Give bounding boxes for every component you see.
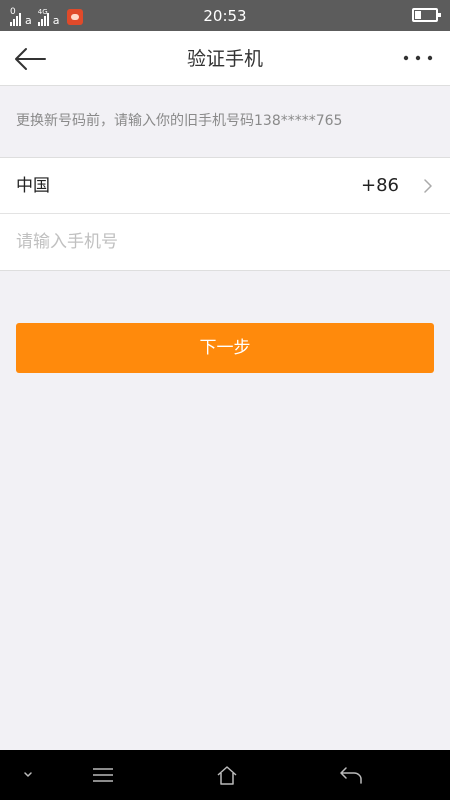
collapse-button[interactable]: [14, 750, 42, 800]
country-code: +86: [361, 175, 399, 196]
menu-button[interactable]: [88, 750, 118, 800]
screen: 0 a 4G a 20:53 验证手机 更换新号码前，请输入你的旧手机号码138…: [0, 0, 450, 800]
home-button[interactable]: [212, 750, 242, 800]
more-dots-icon: [403, 55, 433, 61]
status-bar: 0 a 4G a 20:53: [0, 0, 450, 31]
return-button[interactable]: [336, 750, 366, 800]
back-button[interactable]: [10, 41, 50, 77]
next-step-button[interactable]: 下一步: [16, 323, 434, 373]
battery-level-fill: [415, 11, 421, 19]
country-name: 中国: [16, 176, 50, 196]
page-title: 验证手机: [186, 48, 263, 70]
chevron-right-icon: [424, 179, 432, 193]
battery-icon: [412, 8, 441, 22]
country-selector[interactable]: 中国 +86: [0, 157, 450, 214]
system-nav-bar: [0, 750, 450, 800]
home-icon: [217, 766, 237, 785]
menu-icon: [93, 768, 113, 782]
phone-row: [0, 214, 450, 271]
phone-input[interactable]: [16, 214, 434, 270]
chevron-down-icon: [24, 772, 32, 777]
status-time: 20:53: [203, 7, 247, 25]
nav-bar: 验证手机: [0, 31, 450, 86]
instruction-text: 更换新号码前，请输入你的旧手机号码138*****765: [16, 113, 343, 129]
more-button[interactable]: [398, 43, 438, 73]
arrow-left-icon: [15, 48, 46, 70]
return-icon: [340, 767, 362, 784]
